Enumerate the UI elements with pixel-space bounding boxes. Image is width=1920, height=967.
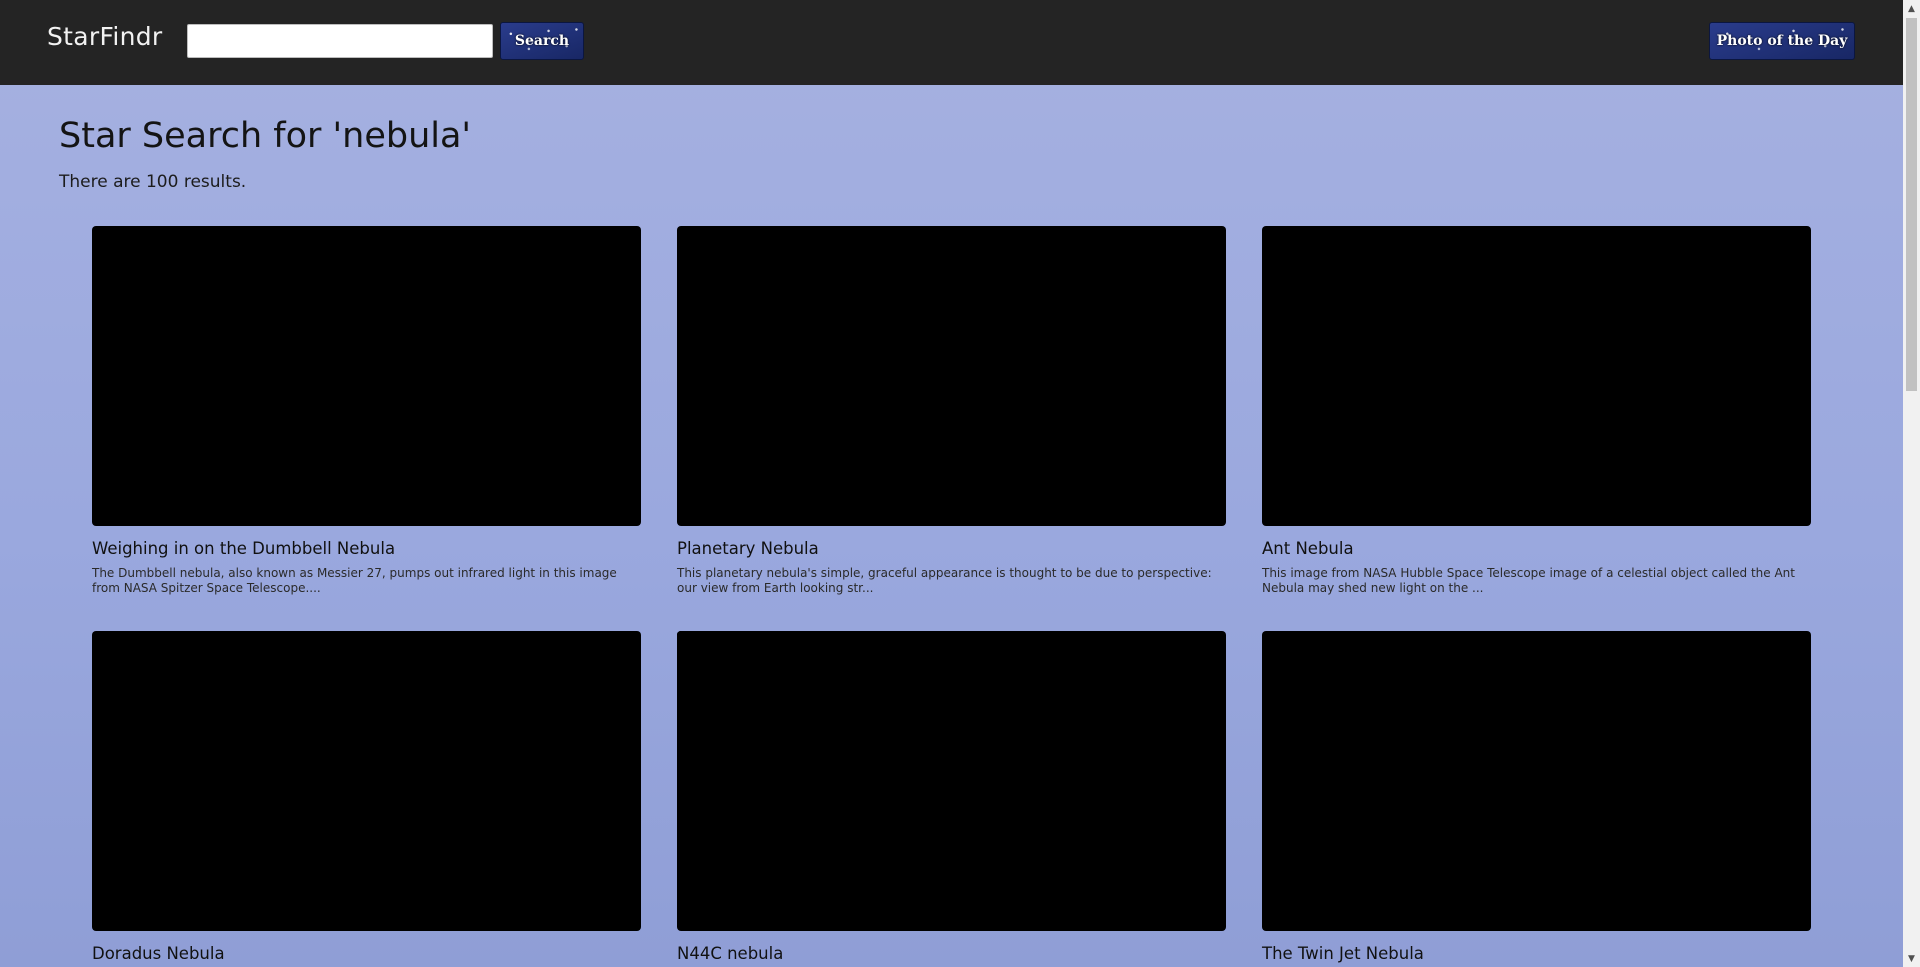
brand-logo[interactable]: StarFindr — [47, 22, 162, 51]
result-title[interactable]: The Twin Jet Nebula — [1262, 944, 1424, 963]
result-card[interactable]: The Twin Jet Nebula — [1262, 631, 1811, 963]
result-description: The Dumbbell nebula, also known as Messi… — [92, 566, 617, 595]
vertical-scrollbar[interactable]: ▲ ▼ — [1903, 0, 1920, 967]
result-title[interactable]: Planetary Nebula — [677, 539, 819, 558]
result-image[interactable] — [677, 631, 1226, 931]
image-mask-region — [677, 631, 829, 781]
scrollbar-thumb[interactable] — [1906, 18, 1917, 391]
result-card[interactable]: Doradus Nebula — [92, 631, 641, 963]
page-title: Star Search for 'nebula' — [59, 116, 472, 156]
result-description: This image from NASA Hubble Space Telesc… — [1262, 566, 1795, 595]
result-image[interactable] — [92, 631, 641, 931]
result-count: There are 100 results. — [59, 172, 247, 192]
result-image[interactable] — [1262, 226, 1811, 526]
top-navbar: StarFindr Search Photo of the Day — [0, 0, 1903, 85]
result-title[interactable]: Weighing in on the Dumbbell Nebula — [92, 539, 395, 558]
result-card[interactable]: Planetary Nebula This planetary nebula's… — [677, 226, 1226, 595]
result-image[interactable] — [92, 226, 641, 526]
result-description: This planetary nebula's simple, graceful… — [677, 566, 1212, 595]
result-title[interactable]: Doradus Nebula — [92, 944, 225, 963]
result-card[interactable]: N44C nebula — [677, 631, 1226, 963]
photo-of-the-day-button[interactable]: Photo of the Day — [1709, 22, 1855, 60]
search-input[interactable] — [187, 24, 493, 58]
result-image[interactable] — [677, 226, 1226, 526]
result-title[interactable]: Ant Nebula — [1262, 539, 1354, 558]
scroll-up-icon[interactable]: ▲ — [1903, 0, 1920, 17]
search-button[interactable]: Search — [500, 22, 584, 60]
result-image[interactable] — [1262, 631, 1811, 931]
result-title[interactable]: N44C nebula — [677, 944, 783, 963]
scroll-down-icon[interactable]: ▼ — [1903, 950, 1920, 967]
result-card[interactable]: Weighing in on the Dumbbell Nebula The D… — [92, 226, 641, 595]
result-card[interactable]: Ant Nebula This image from NASA Hubble S… — [1262, 226, 1811, 595]
